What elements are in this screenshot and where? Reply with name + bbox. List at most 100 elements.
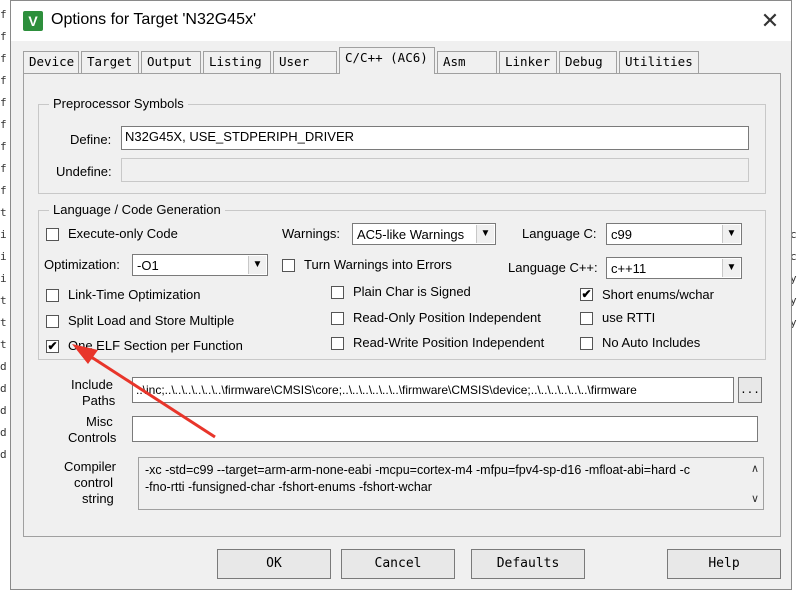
tab-utilities[interactable]: Utilities (619, 51, 699, 73)
undefine-input[interactable] (121, 158, 749, 182)
execute-only-checkbox[interactable] (46, 228, 59, 241)
tab-asm[interactable]: Asm (437, 51, 497, 73)
warnings-select[interactable]: AC5-like Warnings ▼ (352, 223, 496, 245)
tab-debug[interactable]: Debug (559, 51, 617, 73)
editor-char: i (0, 250, 7, 263)
compiler-control-string[interactable]: -xc -std=c99 --target=arm-arm-none-eabi … (138, 457, 764, 510)
no-auto-includes-label: No Auto Includes (602, 335, 701, 350)
language-c-label: Language C: (522, 226, 597, 241)
one-elf-checkbox[interactable]: ✔ (46, 340, 59, 353)
editor-char: i (0, 228, 7, 241)
misc-label-line1: Misc (86, 414, 113, 429)
misc-label-line2: Controls (68, 430, 117, 445)
language-group: Language / Code Generation Execute-only … (38, 202, 766, 360)
split-load-checkbox[interactable] (46, 315, 59, 328)
tab-user[interactable]: User (273, 51, 337, 73)
editor-char: d (0, 426, 7, 439)
ropi-checkbox[interactable] (331, 312, 344, 325)
compiler-label-line3: string (82, 491, 114, 506)
keil-app-icon: V (23, 11, 43, 31)
tab-device[interactable]: Device (23, 51, 79, 73)
one-elf-label: One ELF Section per Function (68, 338, 243, 353)
include-label-line1: Include (71, 377, 113, 392)
chevron-down-icon: ▼ (476, 225, 494, 243)
misc-controls-input[interactable] (132, 416, 758, 442)
chevron-down-icon: ▼ (722, 225, 740, 243)
editor-char: f (0, 8, 7, 21)
language-c-select[interactable]: c99 ▼ (606, 223, 742, 245)
help-button[interactable]: Help (667, 549, 781, 579)
split-load-label: Split Load and Store Multiple (68, 313, 235, 328)
dialog-title: Options for Target 'N32G45x' (51, 11, 257, 28)
editor-char: t (0, 338, 7, 351)
compiler-line-2: -fno-rtti -funsigned-char -fshort-enums … (145, 480, 432, 494)
title-bar: V Options for Target 'N32G45x' ✕ (11, 1, 791, 41)
optimization-value: -O1 (137, 258, 159, 273)
editor-char: d (0, 448, 7, 461)
scroll-down-icon[interactable]: ∨ (751, 491, 759, 508)
no-auto-includes-checkbox[interactable] (580, 337, 593, 350)
editor-char: d (0, 404, 7, 417)
tab-panel-c-cpp: Preprocessor Symbols Define: N32G45X, US… (23, 73, 781, 537)
editor-char: d (0, 382, 7, 395)
tab-output[interactable]: Output (141, 51, 201, 73)
plain-char-label: Plain Char is Signed (353, 284, 471, 299)
rwpi-checkbox[interactable] (331, 337, 344, 350)
define-input[interactable]: N32G45X, USE_STDPERIPH_DRIVER (121, 126, 749, 150)
editor-char: t (0, 316, 7, 329)
warnings-value: AC5-like Warnings (357, 227, 465, 242)
rtti-checkbox[interactable] (580, 312, 593, 325)
lto-checkbox[interactable] (46, 289, 59, 302)
editor-char: f (0, 184, 7, 197)
lto-label: Link-Time Optimization (68, 287, 201, 302)
language-cpp-value: c++11 (611, 261, 647, 276)
undefine-label: Undefine: (56, 164, 112, 179)
editor-char: f (0, 162, 7, 175)
ok-button[interactable]: OK (217, 549, 331, 579)
chevron-down-icon: ▼ (722, 259, 740, 277)
editor-char: f (0, 74, 7, 87)
ropi-label: Read-Only Position Independent (353, 310, 541, 325)
tab-target[interactable]: Target (81, 51, 139, 73)
tab-c-cpp[interactable]: C/C++ (AC6) (339, 47, 435, 74)
optimization-select[interactable]: -O1 ▼ (132, 254, 268, 276)
close-icon[interactable]: ✕ (755, 7, 785, 35)
include-label-line2: Paths (82, 393, 116, 408)
preprocessor-group: Preprocessor Symbols Define: N32G45X, US… (38, 96, 766, 194)
plain-char-checkbox[interactable] (331, 286, 344, 299)
include-paths-input[interactable]: ..\inc;..\..\..\..\..\..\firmware\CMSIS\… (132, 377, 734, 403)
rwpi-label: Read-Write Position Independent (353, 335, 545, 350)
compiler-label-line2: control (74, 475, 114, 490)
preprocessor-legend: Preprocessor Symbols (49, 96, 188, 111)
tab-linker[interactable]: Linker (499, 51, 557, 73)
rtti-label: use RTTI (602, 310, 656, 325)
editor-char: f (0, 52, 7, 65)
editor-char: t (0, 206, 7, 219)
editor-char: d (0, 360, 7, 373)
language-c-value: c99 (611, 227, 632, 242)
short-enums-label: Short enums/wchar (602, 287, 714, 302)
warnings-label: Warnings: (282, 226, 341, 241)
chevron-down-icon: ▼ (248, 256, 266, 274)
optimization-label: Optimization: (44, 257, 120, 272)
editor-char: i (0, 272, 7, 285)
turn-warnings-label: Turn Warnings into Errors (304, 257, 452, 272)
scroll-up-icon[interactable]: ∧ (751, 461, 759, 478)
cancel-button[interactable]: Cancel (341, 549, 455, 579)
include-browse-button[interactable]: ... (738, 377, 762, 403)
tab-listing[interactable]: Listing (203, 51, 271, 73)
options-dialog: V Options for Target 'N32G45x' ✕ Device … (10, 0, 792, 590)
execute-only-label: Execute-only Code (68, 226, 178, 241)
editor-char: f (0, 96, 7, 109)
editor-char: f (0, 30, 7, 43)
language-cpp-select[interactable]: c++11 ▼ (606, 257, 742, 279)
editor-char: f (0, 118, 7, 131)
short-enums-checkbox[interactable]: ✔ (580, 288, 593, 301)
defaults-button[interactable]: Defaults (471, 549, 585, 579)
language-legend: Language / Code Generation (49, 202, 225, 217)
language-cpp-label: Language C++: (508, 260, 598, 275)
turn-warnings-checkbox[interactable] (282, 259, 295, 272)
define-label: Define: (70, 132, 112, 147)
editor-char: f (0, 140, 7, 153)
compiler-line-1: -xc -std=c99 --target=arm-arm-none-eabi … (145, 463, 690, 477)
